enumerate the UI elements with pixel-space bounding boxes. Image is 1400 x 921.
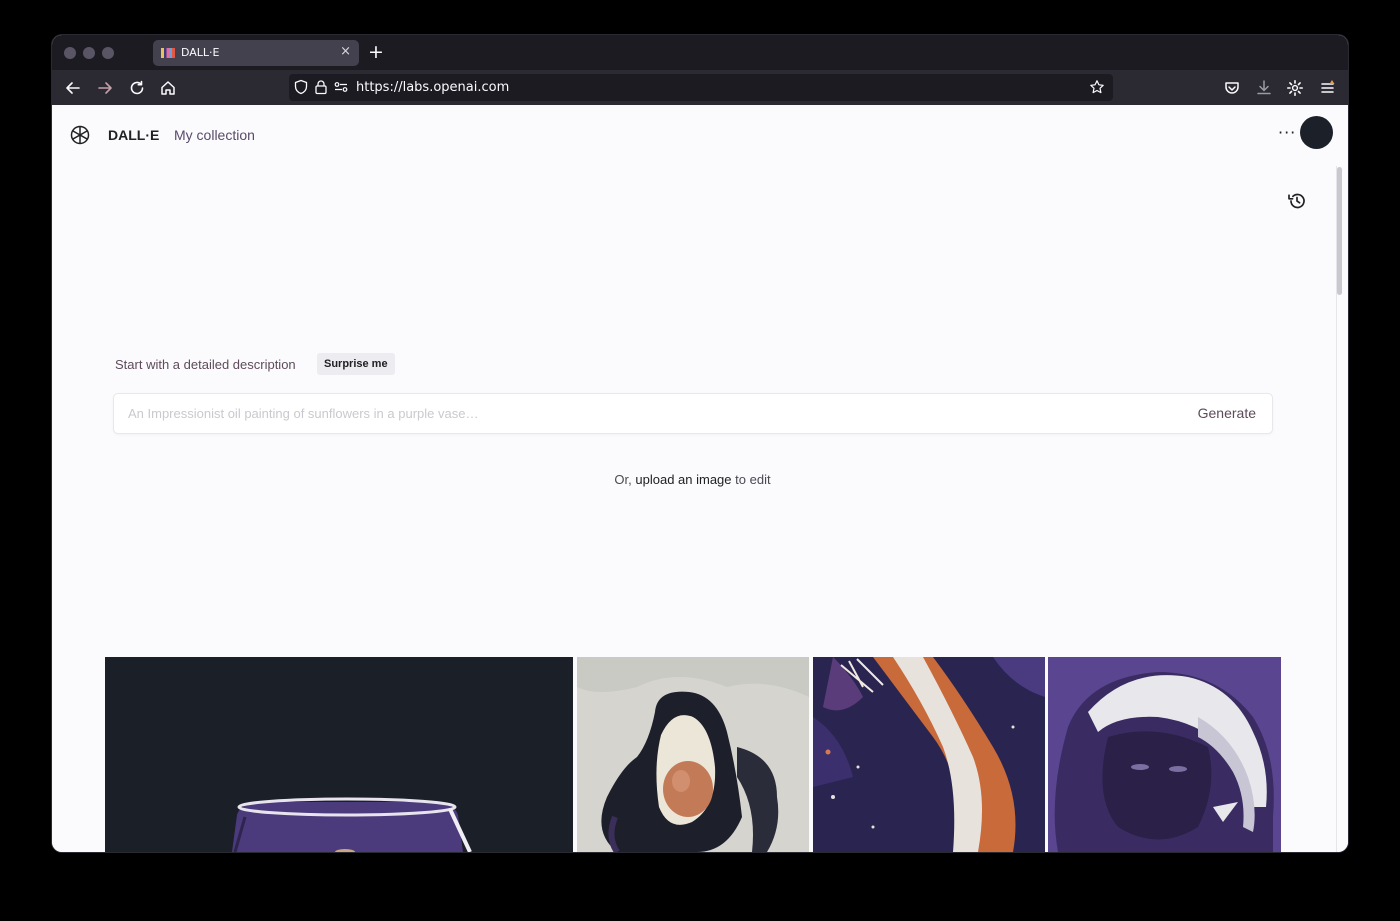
tab-close-icon[interactable]: × — [340, 44, 351, 59]
shield-icon[interactable] — [293, 79, 309, 95]
surprise-me-button[interactable]: Surprise me — [317, 353, 395, 375]
bookmark-star-icon[interactable] — [1089, 79, 1105, 95]
menu-icon[interactable] — [1319, 79, 1337, 97]
close-window-button[interactable] — [64, 47, 76, 59]
downloads-icon[interactable] — [1255, 79, 1273, 97]
upload-prefix: Or, — [614, 472, 632, 487]
home-icon[interactable] — [159, 79, 177, 97]
new-tab-button[interactable]: + — [368, 41, 384, 63]
browser-window: DALL·E × + https://labs.openai.com DALL·… — [52, 35, 1348, 852]
url-bar[interactable]: https://labs.openai.com — [289, 74, 1113, 101]
pocket-icon[interactable] — [1223, 79, 1241, 97]
upload-suffix: to edit — [735, 472, 771, 487]
history-icon[interactable] — [1287, 191, 1307, 211]
openai-logo-icon[interactable] — [69, 124, 91, 146]
gallery-image-avocado[interactable] — [577, 657, 809, 852]
browser-tab[interactable]: DALL·E × — [153, 40, 359, 66]
generate-button[interactable]: Generate — [1198, 405, 1256, 421]
prompt-box: Generate — [113, 393, 1273, 434]
user-avatar[interactable] — [1300, 116, 1333, 149]
favicon-icon — [161, 48, 175, 58]
lock-icon[interactable] — [313, 79, 329, 95]
reload-icon[interactable] — [128, 79, 146, 97]
upload-image-link[interactable]: upload an image — [635, 472, 731, 487]
my-collection-link[interactable]: My collection — [174, 127, 255, 143]
back-icon[interactable] — [64, 79, 82, 97]
gallery-image-yeti[interactable] — [1048, 657, 1281, 852]
gallery-image-vase[interactable] — [105, 657, 573, 852]
more-options-icon[interactable]: ··· — [1278, 123, 1296, 142]
scrollbar-thumb[interactable] — [1337, 167, 1342, 295]
minimize-window-button[interactable] — [83, 47, 95, 59]
settings-gear-icon[interactable] — [1286, 79, 1304, 97]
prompt-input[interactable] — [128, 394, 1168, 433]
forward-icon[interactable] — [96, 79, 114, 97]
upload-line: Or, upload an image to edit — [52, 472, 1333, 487]
maximize-window-button[interactable] — [102, 47, 114, 59]
tab-bar: DALL·E × + — [52, 35, 1348, 70]
page-content: DALL·E My collection ··· Start with a de… — [52, 105, 1348, 852]
url-text[interactable]: https://labs.openai.com — [356, 80, 509, 95]
tab-title: DALL·E — [181, 46, 220, 59]
gallery-image-space[interactable] — [813, 657, 1045, 852]
brand-name[interactable]: DALL·E — [108, 127, 159, 143]
navigation-bar: https://labs.openai.com — [52, 70, 1348, 105]
permissions-icon[interactable] — [333, 79, 349, 95]
prompt-label: Start with a detailed description — [115, 357, 296, 372]
